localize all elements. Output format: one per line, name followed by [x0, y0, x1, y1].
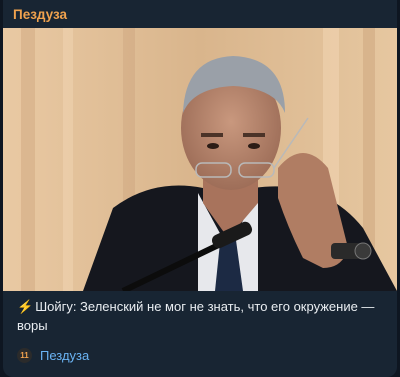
- caption-text: Шойгу: Зеленский не мог не знать, что ег…: [17, 299, 375, 333]
- post-photo[interactable]: [3, 28, 397, 291]
- source-name[interactable]: Пездуза: [40, 348, 89, 363]
- channel-avatar: 11: [17, 347, 32, 363]
- lightning-icon: ⚡: [17, 299, 34, 314]
- message-bubble: Пездуза ⚡ Шойгу: Зеленский не мог не зна…: [3, 0, 397, 377]
- post-caption: ⚡ Шойгу: Зеленский не мог не знать, что е…: [17, 297, 387, 335]
- channel-title[interactable]: Пездуза: [13, 7, 67, 22]
- source-link[interactable]: 11 Пездуза: [17, 346, 89, 364]
